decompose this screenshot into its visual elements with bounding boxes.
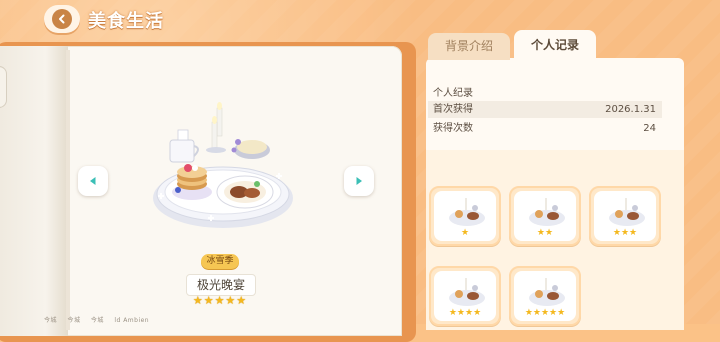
- card-body: ★★★★★: [514, 271, 576, 321]
- credit-text: 今城: [44, 317, 58, 324]
- dish-variant-card-5[interactable]: ★★★★★: [509, 266, 581, 326]
- dish-thumbnail: [449, 198, 485, 226]
- dish-thumbnail: [529, 278, 565, 306]
- back-button[interactable]: [44, 5, 80, 33]
- dish-thumbnail: [529, 198, 565, 226]
- stat-value: 2026.1.31: [605, 104, 656, 115]
- dish-name: 极光晚宴: [186, 274, 256, 296]
- next-dish-button[interactable]: [344, 166, 374, 196]
- card-body: ★★★: [594, 191, 656, 241]
- variant-stars: ★★: [536, 228, 554, 238]
- stat-row-obtain-count: 获得次数 24: [428, 120, 662, 137]
- book-page-fold: [0, 46, 68, 336]
- page-title: 美食生活: [88, 11, 164, 32]
- credits-line: 今城 今城 今城 ld Ambien: [44, 315, 157, 324]
- dish-variant-card-3[interactable]: ★★★: [589, 186, 661, 246]
- tab-background-intro[interactable]: 背景介绍: [428, 33, 510, 60]
- card-body: ★★★★: [434, 271, 496, 321]
- stat-value: 24: [643, 123, 656, 134]
- dish-variant-card-2[interactable]: ★★: [509, 186, 581, 246]
- chevron-left-icon: [52, 9, 72, 29]
- book-gutter: [66, 50, 70, 330]
- triangle-left-icon: [90, 177, 96, 185]
- dish-variant-card-1[interactable]: ★: [429, 186, 501, 246]
- dish-rating-stars: ★★★★★: [192, 294, 248, 307]
- variant-stars: ★★★★: [448, 308, 482, 318]
- dish-thumbnail: [609, 198, 645, 226]
- variant-stars: ★★★★★: [524, 308, 566, 318]
- dish-illustration: [153, 102, 293, 228]
- dish-variant-card-4[interactable]: ★★★★: [429, 266, 501, 326]
- season-badge: 冰雪季: [201, 254, 239, 269]
- tab-personal-record[interactable]: 个人记录: [514, 30, 596, 60]
- credit-text: 今城: [90, 317, 104, 324]
- previous-dish-button[interactable]: [78, 166, 108, 196]
- stat-label: 获得次数: [433, 123, 473, 134]
- card-body: ★★: [514, 191, 576, 241]
- variant-stars: ★★★: [612, 228, 638, 238]
- book-tab-edge: [0, 66, 7, 108]
- credit-text: 今城: [67, 317, 81, 324]
- stat-row-first-obtained: 首次获得 2026.1.31: [428, 101, 662, 118]
- dish-thumbnail: [449, 278, 485, 306]
- variant-stars: ★: [460, 228, 470, 238]
- credit-text: ld Ambien: [114, 317, 150, 324]
- card-body: ★: [434, 191, 496, 241]
- record-section-title: 个人纪录: [433, 88, 473, 99]
- stat-label: 首次获得: [433, 104, 473, 115]
- triangle-right-icon: [356, 177, 362, 185]
